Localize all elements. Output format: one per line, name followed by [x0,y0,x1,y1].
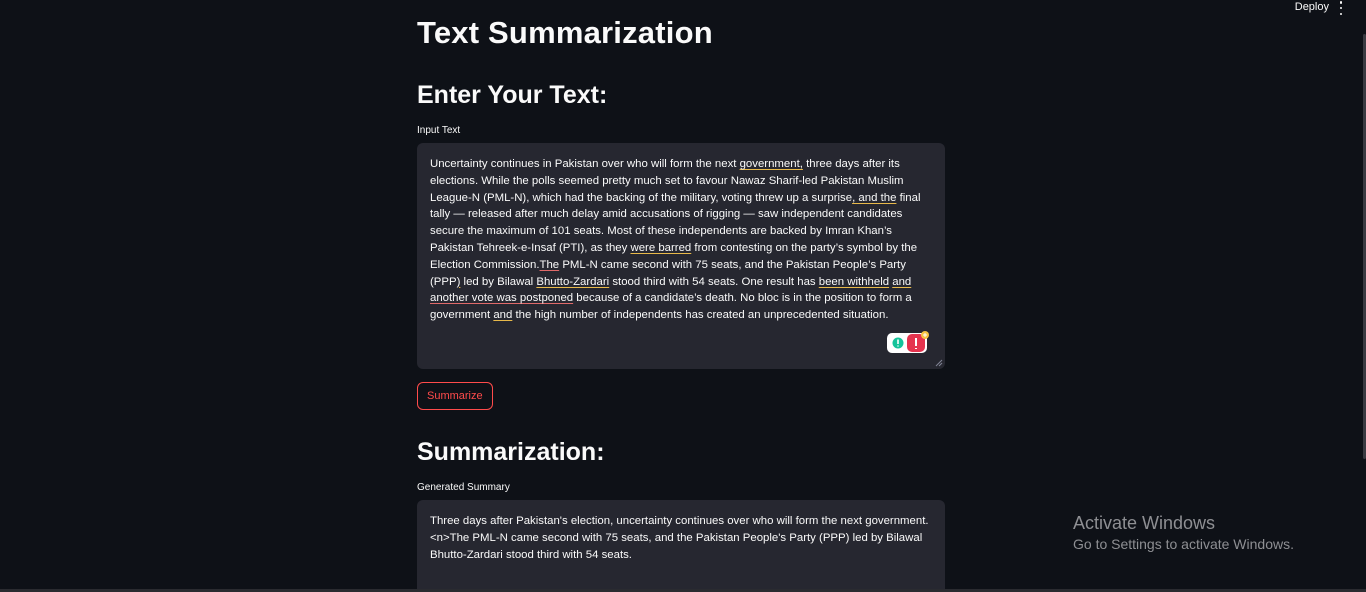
summary-label: Generated Summary [417,482,510,493]
summary-heading: Summarization: [417,438,605,466]
watermark-title: Activate Windows [1073,513,1216,533]
watermark-subtitle: Go to Settings to activate Windows. [1073,536,1294,552]
windows-activation-watermark: Activate Windows Go to Settings to activ… [1073,513,1294,552]
kebab-menu-icon[interactable] [1336,1,1346,15]
deploy-button[interactable]: Deploy [1295,1,1329,13]
input-label: Input Text [417,125,461,136]
resize-handle-icon[interactable] [935,359,943,367]
summarize-button[interactable]: Summarize [417,382,493,410]
grammarly-icon[interactable] [887,331,931,353]
summary-textarea[interactable]: Three days after Pakistan's election, un… [417,500,945,592]
input-textarea[interactable]: Uncertainty continues in Pakistan over w… [417,143,945,369]
input-text-content: Uncertainty continues in Pakistan over w… [430,158,921,322]
input-heading: Enter Your Text: [417,81,608,109]
summary-text-content: Three days after Pakistan's election, un… [430,515,929,561]
page-title: Text Summarization [417,15,713,50]
